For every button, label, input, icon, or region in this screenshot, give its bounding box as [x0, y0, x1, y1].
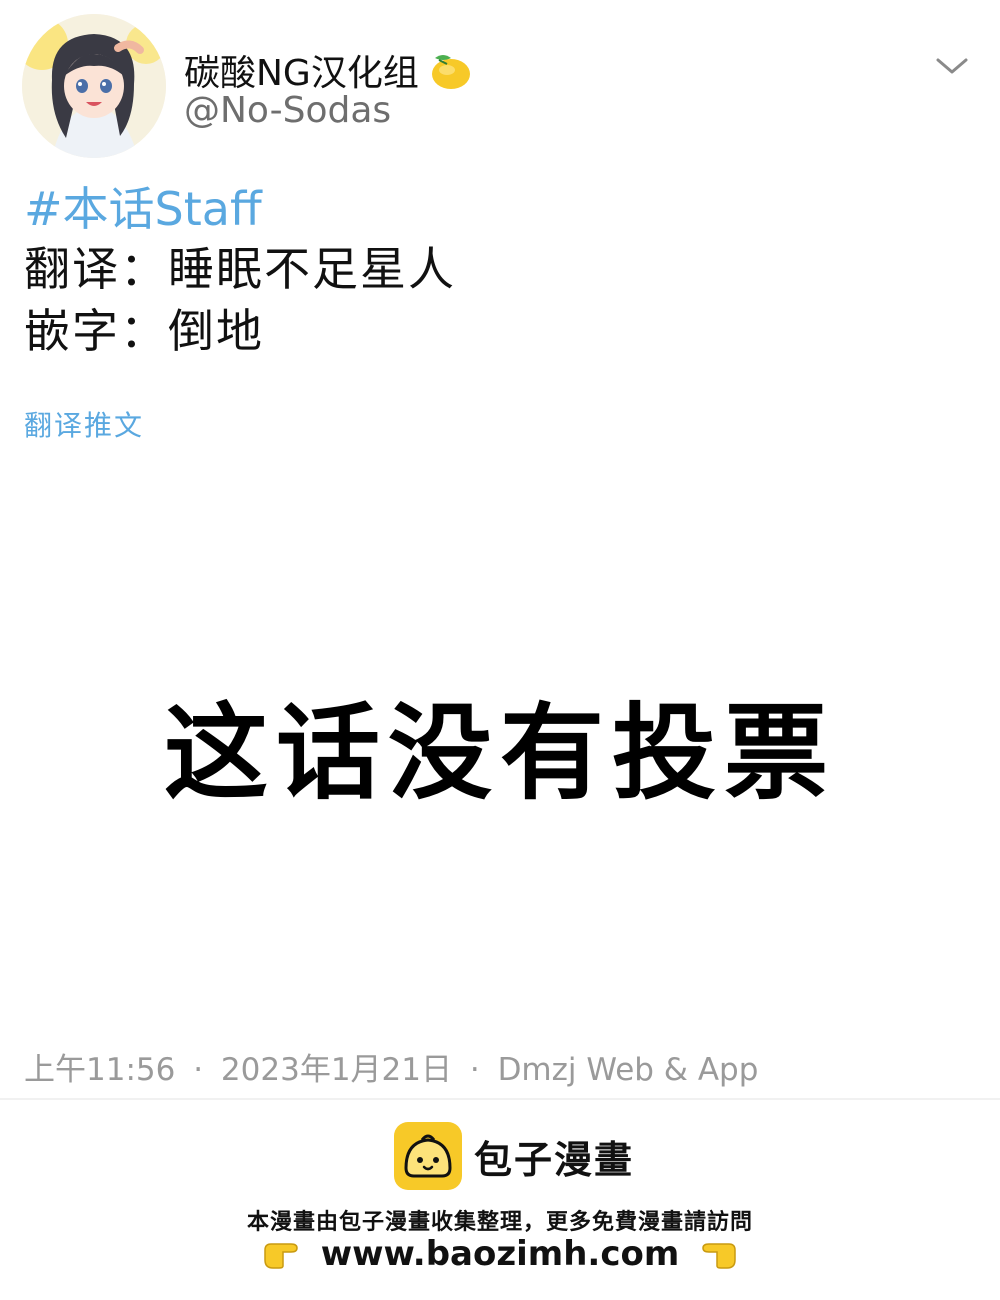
pointing-right-hand-icon [263, 1243, 298, 1269]
tweet-metadata: 上午11:56 · 2023年1月21日 · Dmzj Web & App [24, 1044, 758, 1089]
divider [0, 1098, 1000, 1100]
tweet-header: 碳酸NG汉化组 @No-Sodas [22, 14, 982, 164]
display-name[interactable]: 碳酸NG汉化组 [184, 44, 473, 96]
hashtag-link[interactable]: #本话Staff [24, 180, 964, 238]
pointing-left-hand-icon [702, 1243, 737, 1269]
user-handle[interactable]: @No-Sodas [184, 90, 391, 131]
tweet-date[interactable]: 2023年1月21日 [221, 1052, 452, 1088]
tweet-time[interactable]: 上午11:56 [24, 1052, 175, 1088]
tweet-text: #本话Staff 翻译：睡眠不足星人 嵌字：倒地 [24, 180, 964, 362]
tweet-source[interactable]: Dmzj Web & App [498, 1052, 759, 1088]
meta-separator: · [193, 1052, 204, 1088]
translate-tweet-link[interactable]: 翻译推文 [24, 404, 144, 444]
meta-separator: · [469, 1052, 480, 1088]
watermark-brand: 包子漫畫 [392, 1120, 634, 1192]
site-url-link[interactable]: www.baozimh.com [321, 1234, 680, 1274]
staff-line-translation: 翻译：睡眠不足星人 [24, 242, 456, 296]
more-options-button[interactable] [932, 46, 972, 86]
brand-name: 包子漫畫 [474, 1137, 635, 1182]
watermark-promo-text: 本漫畫由包子漫畫收集整理，更多免費漫畫請訪問 [246, 1210, 753, 1235]
chevron-down-icon [936, 58, 968, 74]
baozi-logo-icon [394, 1122, 462, 1190]
staff-line-typesetting: 嵌字：倒地 [24, 304, 264, 358]
anime-girl-avatar-icon [22, 14, 166, 158]
avatar[interactable] [22, 14, 166, 158]
display-name-text: 碳酸NG汉化组 [184, 53, 419, 94]
lemon-icon [431, 55, 470, 89]
watermark-url-row: www.baozimh.com [0, 1234, 1000, 1274]
no-poll-notice: 这话没有投票 [163, 692, 836, 814]
